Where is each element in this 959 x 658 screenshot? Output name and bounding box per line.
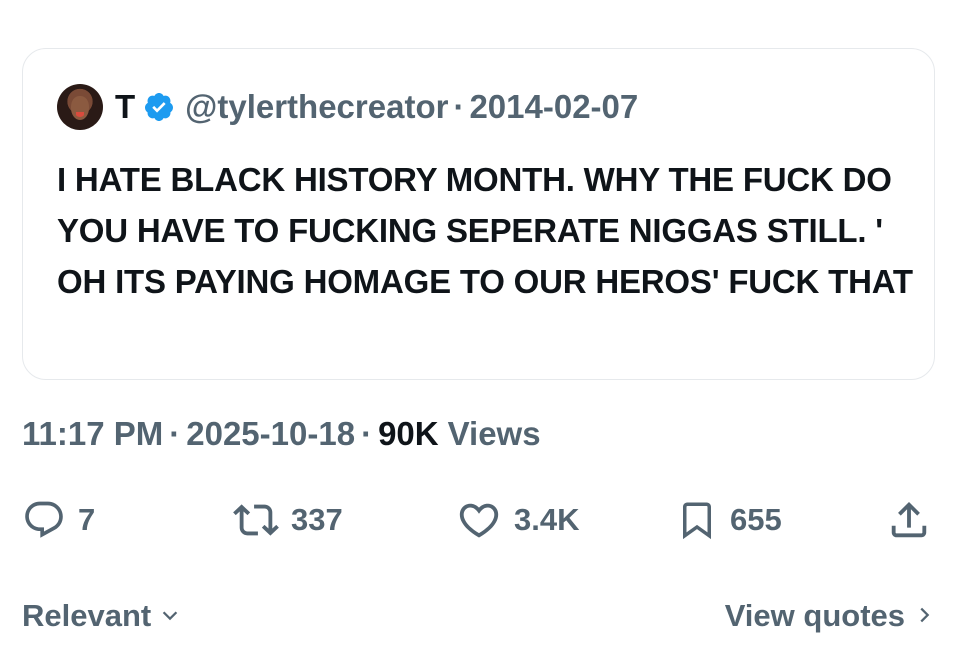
quoted-tweet-card[interactable]: T @tylerthecreator · 2014-02-07 I HATE B… bbox=[22, 48, 935, 380]
bookmark-count: 655 bbox=[730, 502, 782, 537]
tweet-date[interactable]: 2025-10-18 bbox=[186, 415, 355, 453]
chevron-down-icon bbox=[159, 598, 181, 634]
verified-badge-icon bbox=[143, 91, 175, 123]
bookmark-button[interactable]: 655 bbox=[676, 495, 782, 545]
like-button[interactable]: 3.4K bbox=[456, 495, 579, 545]
reply-count: 7 bbox=[78, 502, 96, 537]
quoted-tweet-date: 2014-02-07 bbox=[469, 88, 639, 125]
view-quotes-label: View quotes bbox=[724, 598, 905, 633]
views-count: 90K bbox=[378, 415, 439, 452]
sort-replies-dropdown[interactable]: Relevant bbox=[22, 598, 181, 634]
meta-separator-2: · bbox=[361, 415, 373, 452]
quoted-tweet-text: I HATE BLACK HISTORY MONTH. WHY THE FUCK… bbox=[57, 161, 913, 300]
share-button[interactable] bbox=[886, 495, 932, 545]
author-handle[interactable]: @tylerthecreator bbox=[185, 88, 448, 126]
repost-icon bbox=[233, 497, 279, 543]
header-separator: · bbox=[453, 88, 465, 125]
replies-toolbar: Relevant View quotes bbox=[22, 598, 935, 658]
avatar[interactable] bbox=[57, 84, 103, 130]
reply-button[interactable]: 7 bbox=[22, 495, 95, 545]
views-label: Views bbox=[447, 415, 541, 452]
bookmark-icon bbox=[676, 497, 718, 543]
tweet-time[interactable]: 11:17 PM bbox=[22, 415, 163, 453]
meta-separator: · bbox=[169, 415, 181, 452]
like-count: 3.4K bbox=[514, 502, 580, 537]
repost-button[interactable]: 337 bbox=[233, 495, 343, 545]
chevron-right-icon bbox=[913, 598, 935, 634]
view-quotes-link[interactable]: View quotes bbox=[725, 598, 935, 634]
quoted-tweet-header: T @tylerthecreator · 2014-02-07 bbox=[57, 82, 638, 132]
share-icon bbox=[886, 497, 932, 543]
author-name[interactable]: T bbox=[115, 88, 135, 126]
repost-count: 337 bbox=[291, 502, 343, 537]
avatar-mouth bbox=[76, 112, 84, 117]
reply-icon bbox=[22, 498, 66, 542]
heart-icon bbox=[456, 497, 502, 543]
tweet-meta: 11:17 PM · 2025-10-18 · 90K Views bbox=[22, 412, 541, 456]
sort-label: Relevant bbox=[22, 598, 152, 633]
